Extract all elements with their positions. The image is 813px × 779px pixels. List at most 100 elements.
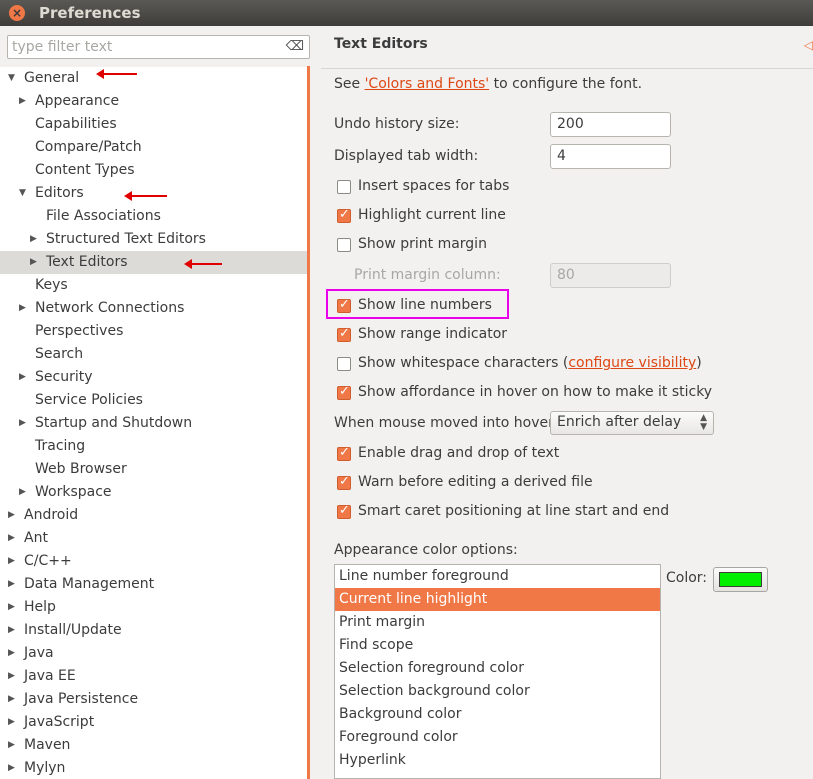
print-margin-column-label: Print margin column: [354,267,501,283]
tree-item[interactable]: Compare/Patch [0,136,307,159]
tree-item[interactable]: ▼ Editors [0,182,307,205]
collapsed-arrow-icon[interactable]: ▶ [19,366,26,389]
show-whitespace-checkbox[interactable] [337,357,351,371]
smart-caret-checkbox[interactable] [337,503,351,519]
collapsed-arrow-icon[interactable]: ▶ [8,504,15,527]
tree-item-label: General [24,70,80,86]
show-whitespace-text: Show whitespace characters ( [358,355,569,371]
tree-scrollbar[interactable] [307,66,310,779]
show-affordance-checkbox[interactable] [337,384,351,400]
tree-item[interactable]: Web Browser [0,458,307,481]
tree-item[interactable]: Search [0,343,307,366]
tree-item[interactable]: Capabilities [0,113,307,136]
tree-item[interactable]: ▶ Java Persistence [0,688,307,711]
print-margin-column-input[interactable]: 80 [550,263,671,288]
collapsed-arrow-icon[interactable]: ▶ [19,412,26,435]
warn-derived-checkbox[interactable] [337,474,351,490]
colors-and-fonts-link[interactable]: 'Colors and Fonts' [365,76,490,92]
tree-item[interactable]: ▶ Startup and Shutdown [0,412,307,435]
collapsed-arrow-icon[interactable]: ▶ [8,711,15,734]
collapsed-arrow-icon[interactable]: ▶ [19,481,26,504]
collapsed-arrow-icon[interactable]: ▶ [8,527,15,550]
color-option-item[interactable]: Foreground color [335,726,660,749]
close-icon[interactable]: × [9,5,25,21]
tree-item[interactable]: ▶ Mylyn [0,757,307,779]
text-editors-page: Text Editors ◁ See 'Colors and Fonts' to… [321,26,813,779]
show-print-margin-checkbox[interactable] [337,238,351,252]
tree-item[interactable]: ▶ Workspace [0,481,307,504]
tab-width-input[interactable]: 4 [550,144,671,169]
collapsed-arrow-icon[interactable]: ▶ [8,757,15,779]
color-option-item[interactable]: Background color [335,703,660,726]
collapsed-arrow-icon[interactable]: ▶ [19,297,26,320]
insert-spaces-checkbox[interactable] [337,180,351,194]
tree-item[interactable]: Keys [0,274,307,297]
tree-item[interactable]: ▶ Java [0,642,307,665]
tree-item[interactable]: ▶ Ant [0,527,307,550]
tree-item[interactable]: ▶ Install/Update [0,619,307,642]
expanded-arrow-icon[interactable]: ▼ [8,67,15,90]
color-option-item[interactable]: Selection background color [335,680,660,703]
tree-item[interactable]: ▶ Appearance [0,90,307,113]
color-picker-button[interactable] [713,567,768,592]
tree-item[interactable]: ▶ Help [0,596,307,619]
tree-item[interactable]: ▶ Maven [0,734,307,757]
tree-item[interactable]: ▶ C/C++ [0,550,307,573]
color-option-item[interactable]: Print margin [335,611,660,634]
filter-input[interactable] [12,37,282,57]
clear-filter-icon[interactable]: ⌫ [286,39,304,54]
tree-item[interactable]: ▶ Android [0,504,307,527]
collapsed-arrow-icon[interactable]: ▶ [8,734,15,757]
collapsed-arrow-icon[interactable]: ▶ [8,688,15,711]
collapsed-arrow-icon[interactable]: ▶ [8,573,15,596]
collapsed-arrow-icon[interactable]: ▶ [8,619,15,642]
tree-item[interactable]: ▶ Security [0,366,307,389]
configure-visibility-link[interactable]: configure visibility [568,355,696,371]
tree-item[interactable]: ▶ Network Connections [0,297,307,320]
collapsed-arrow-icon[interactable]: ▶ [30,251,37,274]
tree-item-label: Java [24,645,54,661]
collapsed-arrow-icon[interactable]: ▶ [8,642,15,665]
color-option-item[interactable]: Selection foreground color [335,657,660,680]
tree-item[interactable]: ▶ JavaScript [0,711,307,734]
tree-item-label: Content Types [35,162,135,178]
tree-item[interactable]: Content Types [0,159,307,182]
color-option-item[interactable]: Hyperlink [335,749,660,772]
tree-item-label: Compare/Patch [35,139,142,155]
collapsed-arrow-icon[interactable]: ▶ [30,228,37,251]
tree-item-label: Workspace [35,484,112,500]
expanded-arrow-icon[interactable]: ▼ [19,182,26,205]
undo-history-input[interactable]: 200 [550,112,671,137]
tree-item[interactable]: Perspectives [0,320,307,343]
hover-combo[interactable]: Enrich after delay ▲ ▼ [550,411,714,435]
tree-item[interactable]: Tracing [0,435,307,458]
preference-tree: ▼ General ▶ Appearance Capabilities Compare/P… [0,67,307,779]
tree-item[interactable]: Service Policies [0,389,307,412]
color-option-item[interactable]: Current line highlight [335,588,660,611]
collapsed-arrow-icon[interactable]: ▶ [19,90,26,113]
appearance-color-list[interactable]: Line number foreground Current line highl… [334,564,661,779]
tree-item-label: Editors [35,185,84,201]
tree-item-label: C/C++ [24,553,72,569]
insert-spaces-label: Insert spaces for tabs [358,178,510,194]
show-range-checkbox[interactable] [337,326,351,342]
show-print-margin-label: Show print margin [358,236,487,252]
drag-drop-checkbox[interactable] [337,445,351,461]
color-option-item[interactable]: Line number foreground [335,565,660,588]
tree-item[interactable]: ▶ Text Editors [0,251,307,274]
tree-item[interactable]: File Associations [0,205,307,228]
highlight-line-checkbox[interactable] [337,207,351,223]
tree-item[interactable]: ▶ Structured Text Editors [0,228,307,251]
tree-item-label: Text Editors [46,254,128,270]
collapsed-arrow-icon[interactable]: ▶ [8,550,15,573]
tree-item-label: Perspectives [35,323,124,339]
tree-item[interactable]: ▶ Java EE [0,665,307,688]
collapsed-arrow-icon[interactable]: ▶ [8,596,15,619]
navigate-back-icon[interactable]: ◁ [804,38,813,52]
collapsed-arrow-icon[interactable]: ▶ [8,665,15,688]
annotation-arrow-general [96,69,137,79]
tree-item[interactable]: ▶ Data Management [0,573,307,596]
tree-item[interactable]: ▼ General [0,67,307,90]
color-option-item[interactable]: Find scope [335,634,660,657]
tree-item-label: File Associations [46,208,161,224]
